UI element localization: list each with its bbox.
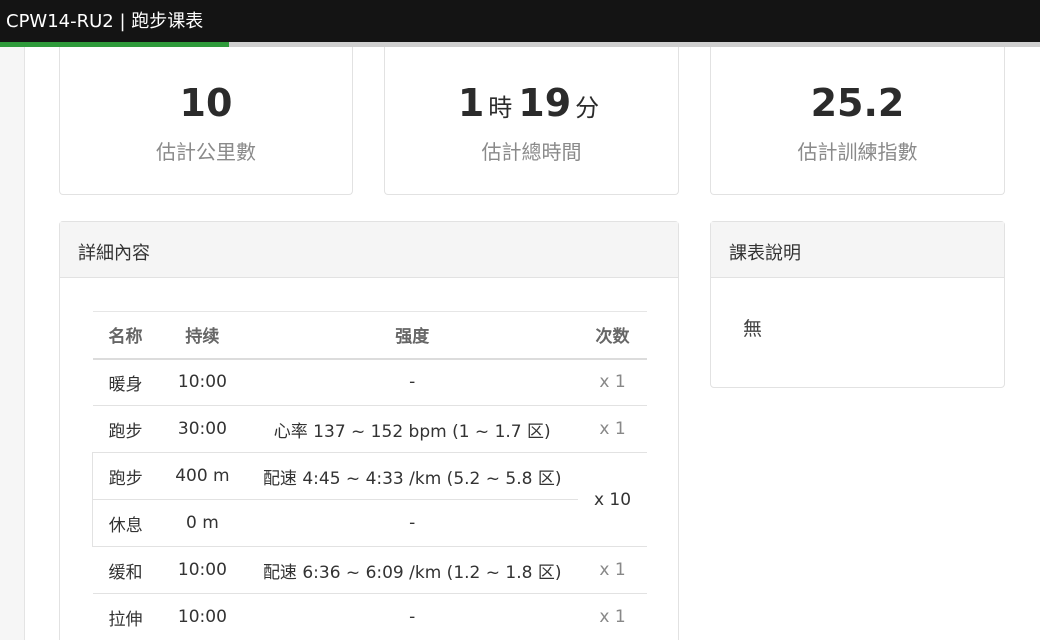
step-name: 拉伸 xyxy=(92,593,159,640)
table-row: 休息 0 m - xyxy=(92,499,648,547)
column-header-intensity: 强度 xyxy=(246,311,579,360)
distance-label: 估計公里數 xyxy=(156,140,256,164)
table-row: 拉伸 10:00 - x 1 xyxy=(92,593,647,640)
duration-label: 估計總時間 xyxy=(481,140,582,164)
duration-hours: 1 xyxy=(457,81,485,125)
step-intensity: 配速 6:36 ~ 6:09 /km (1.2 ~ 1.8 区) xyxy=(246,546,579,594)
interval-group-reps: x 10 xyxy=(578,452,647,547)
step-name: 休息 xyxy=(92,499,159,547)
duration-minutes: 19 xyxy=(518,81,572,125)
duration-value: 1 時 19 分 xyxy=(385,81,678,125)
step-reps: x 1 xyxy=(578,358,647,406)
step-reps: x 1 xyxy=(578,593,647,640)
step-duration: 10:00 xyxy=(158,593,247,640)
description-panel-header: 課表說明 xyxy=(711,222,1004,278)
stat-card-duration: 1 時 19 分 估計總時間 xyxy=(384,47,679,195)
step-name: 暖身 xyxy=(92,358,159,406)
step-intensity: 心率 137 ~ 152 bpm (1 ~ 1.7 区) xyxy=(246,405,579,453)
table-header-row: 名称 持续 强度 次数 xyxy=(92,311,647,360)
duration-minutes-unit: 分 xyxy=(575,94,600,122)
step-duration: 0 m xyxy=(158,499,247,547)
title-bar: CPW14-RU2 | 跑步课表 xyxy=(0,0,1040,42)
details-panel-title: 詳細內容 xyxy=(78,243,150,264)
table-row: 跑步 400 m 配速 4:45 ~ 4:33 /km (5.2 ~ 5.8 区… xyxy=(92,452,647,547)
duration-hours-unit: 時 xyxy=(488,94,513,122)
description-text: 無 xyxy=(743,318,763,340)
column-header-duration: 持续 xyxy=(158,311,247,360)
stat-card-training-index: 25.2 估計訓練指數 xyxy=(710,47,1005,195)
distance-value: 10 xyxy=(179,81,233,125)
workout-table: 名称 持续 强度 次数 暖身 10:00 - x 1 跑步 30:00 心率 1… xyxy=(92,311,647,640)
step-intensity: - xyxy=(246,358,579,406)
window-title: CPW14-RU2 | 跑步课表 xyxy=(6,11,204,32)
training-index-value: 25.2 xyxy=(810,81,905,125)
step-reps: x 1 xyxy=(578,405,647,453)
description-panel: 課表說明 無 xyxy=(710,221,1005,388)
step-intensity: 配速 4:45 ~ 4:33 /km (5.2 ~ 5.8 区) xyxy=(246,452,579,500)
step-intensity: - xyxy=(246,499,579,547)
step-duration: 10:00 xyxy=(158,546,247,594)
column-header-name: 名称 xyxy=(92,311,159,360)
step-name: 缓和 xyxy=(92,546,159,594)
step-name: 跑步 xyxy=(92,452,159,500)
table-row: 缓和 10:00 配速 6:36 ~ 6:09 /km (1.2 ~ 1.8 区… xyxy=(92,546,647,594)
step-duration: 400 m xyxy=(158,452,247,500)
main-content: 10 估計公里數 1 時 19 分 估計總時間 25.2 估計訓練指數 詳細內容 名称… xyxy=(24,47,1040,640)
details-panel: 詳細內容 名称 持续 强度 次数 暖身 10:00 - x 1 跑步 30:00… xyxy=(59,221,679,640)
table-row: 跑步 30:00 心率 137 ~ 152 bpm (1 ~ 1.7 区) x … xyxy=(92,405,647,453)
step-duration: 30:00 xyxy=(158,405,247,453)
column-header-reps: 次数 xyxy=(578,311,647,360)
step-intensity: - xyxy=(246,593,579,640)
description-panel-title: 課表說明 xyxy=(729,243,801,264)
training-index-label: 估計訓練指數 xyxy=(797,140,918,164)
step-reps: x 1 xyxy=(578,546,647,594)
stat-card-distance: 10 估計公里數 xyxy=(59,47,353,195)
table-row: 暖身 10:00 - x 1 xyxy=(92,358,647,406)
step-duration: 10:00 xyxy=(158,358,247,406)
step-name: 跑步 xyxy=(92,405,159,453)
details-panel-header: 詳細內容 xyxy=(60,222,678,278)
